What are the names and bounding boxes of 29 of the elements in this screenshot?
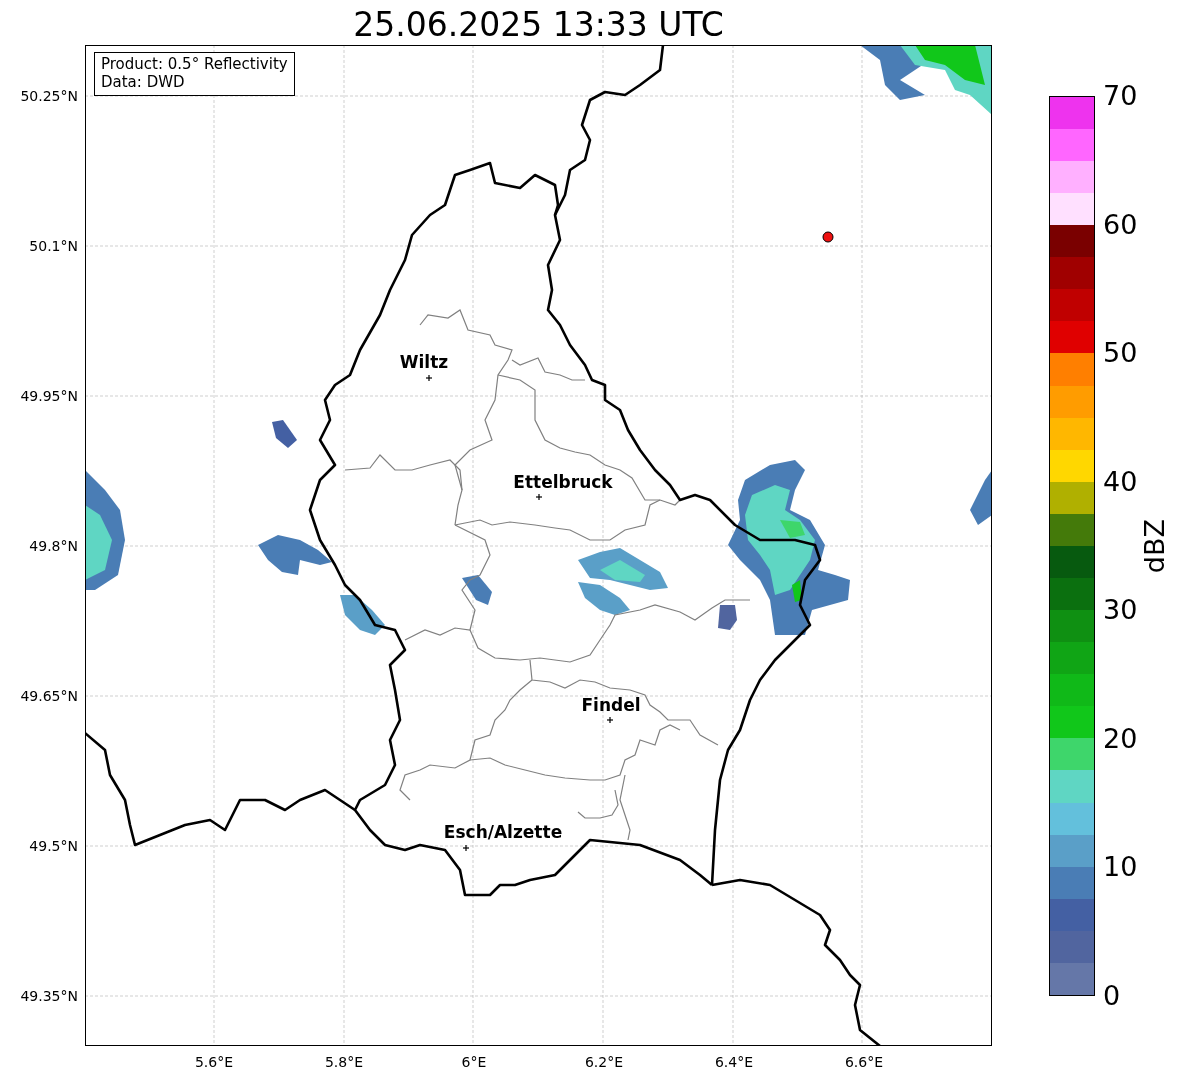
colorbar-tick-label: 0 <box>1103 980 1122 1011</box>
colorbar-label: dBZ <box>1139 518 1171 574</box>
axis-tick-label: 49.65°N <box>20 687 78 705</box>
colorbar-tick-label: 60 <box>1103 209 1138 240</box>
axis-tick-label: 6.6°E <box>843 1053 885 1071</box>
colorbar-tick-label: 50 <box>1103 338 1138 369</box>
colorbar-tick-label: 30 <box>1103 595 1138 626</box>
colorbar-tick-label: 20 <box>1103 723 1138 754</box>
axis-tick-label: 6°E <box>460 1053 488 1071</box>
city-label: Ettelbruck <box>513 472 613 492</box>
colorbar-tick-label: 70 <box>1103 81 1138 111</box>
axis-tick-label: 49.35°N <box>20 987 78 1005</box>
chart-title: 25.06.2025 13:33 UTC <box>353 5 724 45</box>
info-text: Product: 0.5° Reflectivity <box>101 55 288 73</box>
city-label: Wiltz <box>399 352 449 372</box>
city-label: Findel <box>581 695 641 715</box>
colorbar-tick-label: 40 <box>1103 466 1138 497</box>
axis-tick-label: 6.4°E <box>713 1053 755 1071</box>
axis-tick-label: 49.95°N <box>20 387 78 405</box>
axis-tick-label: 50.25°N <box>20 87 78 105</box>
info-text: Data: DWD <box>101 73 186 91</box>
axis-tick-label: 5.8°E <box>323 1053 365 1071</box>
axis-tick-label: 5.6°E <box>193 1053 235 1071</box>
axis-tick-label: 6.2°E <box>583 1053 625 1071</box>
city-label: Esch/Alzette <box>443 822 563 842</box>
axis-tick-label: 50.1°N <box>29 237 78 255</box>
colorbar-tick-label: 10 <box>1103 852 1138 883</box>
axis-tick-label: 49.5°N <box>29 837 78 855</box>
axis-tick-label: 49.8°N <box>29 537 78 555</box>
